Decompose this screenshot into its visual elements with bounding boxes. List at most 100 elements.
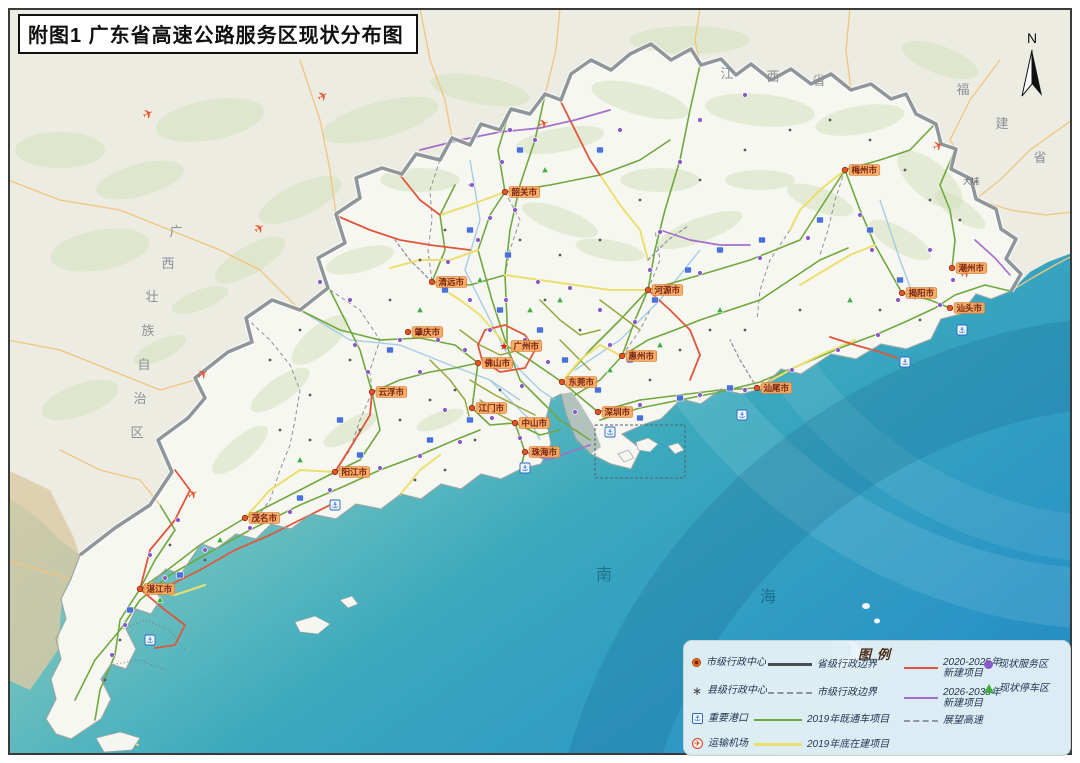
service-area-dot	[110, 653, 115, 658]
service-area-dot	[288, 510, 293, 515]
county-center-dot	[599, 239, 602, 242]
county-center-dot	[429, 399, 432, 402]
service-area-dot	[806, 236, 811, 241]
service-area-dot	[500, 160, 505, 165]
service-area-dot	[378, 466, 383, 471]
legend-line-swatch	[904, 667, 938, 669]
city-center-dot	[405, 329, 410, 334]
service-area-dot	[123, 623, 128, 628]
city-label: 茂名市	[251, 513, 278, 523]
service-area-dot	[504, 298, 509, 303]
service-area-dot	[463, 348, 468, 353]
route-shield	[442, 287, 449, 293]
county-center-dot	[269, 359, 272, 362]
county-center-dot	[169, 544, 172, 547]
route-shield	[562, 357, 569, 363]
county-center-dot	[544, 299, 547, 302]
county-center-dot	[519, 239, 522, 242]
city-center-dot	[949, 265, 954, 270]
route-shield	[427, 437, 434, 443]
service-area-dot	[698, 271, 703, 276]
route-shield	[759, 237, 766, 243]
service-area-dot	[876, 333, 881, 338]
anchor-glyph: ⚓	[521, 464, 528, 473]
legend-item: 现状停车区	[984, 683, 1049, 694]
city-center-dot	[369, 389, 374, 394]
service-area-dot	[633, 320, 638, 325]
service-area-dot	[446, 260, 451, 265]
service-area-dot	[248, 526, 253, 531]
legend-line-swatch	[754, 743, 802, 746]
city-center-dot	[645, 287, 650, 292]
city-label: 江门市	[479, 403, 505, 413]
city-label: 汕尾市	[764, 383, 790, 393]
city-label: 中山市	[522, 418, 548, 428]
province-label-char: 壮	[145, 289, 158, 304]
city-label: 惠州市	[629, 351, 655, 361]
county-center-dot	[879, 309, 882, 312]
service-area-dot	[443, 408, 448, 413]
legend-item: 2019年既通车项目	[754, 714, 889, 725]
route-shield	[817, 217, 824, 223]
service-area-dot	[698, 393, 703, 398]
route-shield	[685, 267, 692, 273]
route-shield	[467, 417, 474, 423]
province-label-char: 族	[141, 323, 154, 338]
county-center-dot	[204, 559, 207, 562]
city-label: 梅州市	[852, 165, 878, 175]
county-center-dot	[119, 639, 122, 642]
service-area-dot	[870, 248, 875, 253]
legend-item: ⚓重要港口	[692, 713, 748, 724]
county-center-dot	[419, 259, 422, 262]
legend-marker-triangle	[984, 684, 994, 693]
legend-item-label: 运输机场	[708, 738, 748, 749]
county-center-dot	[579, 329, 582, 332]
city-center-dot	[332, 469, 337, 474]
city-label: 珠海市	[532, 447, 558, 457]
city-label: 河源市	[655, 285, 681, 295]
county-center-dot	[309, 439, 312, 442]
map-figure: ⚓⚓⚓⚓⚓⚓⚓✈✈✈✈✈✈✈✈ 韶关市清远市河源市梅州市潮州市揭阳市汕头市汕尾市…	[0, 0, 1080, 763]
province-label-char: 自	[137, 357, 150, 372]
service-area-dot	[488, 328, 493, 333]
route-shield	[297, 495, 304, 501]
legend-item: ∗县级行政中心	[692, 685, 767, 696]
offshore-island	[874, 619, 880, 624]
legend-line-swatch	[754, 719, 802, 721]
service-area-dot	[163, 576, 168, 581]
legend-item: 市级行政中心	[692, 657, 766, 668]
service-area-dot	[513, 208, 518, 213]
route-shield	[497, 307, 504, 313]
service-area-dot	[176, 518, 181, 523]
county-center-dot	[349, 359, 352, 362]
province-label-char: 西	[766, 69, 779, 84]
city-center-dot	[429, 279, 434, 284]
route-shield	[337, 417, 344, 423]
legend-item: 2019年底在建项目	[754, 739, 889, 750]
legend-marker-circle	[984, 660, 993, 669]
service-area-dot	[488, 216, 493, 221]
legend-city-icon	[692, 658, 701, 667]
county-center-dot	[414, 479, 417, 482]
service-area-dot	[318, 280, 323, 285]
sea-label-char: 南	[596, 566, 612, 584]
service-area-dot	[790, 368, 795, 373]
north-arrow: N	[1014, 30, 1050, 107]
service-area-dot	[858, 213, 863, 218]
county-center-dot	[499, 389, 502, 392]
service-area-dot	[328, 488, 333, 493]
legend-item-label: 现状停车区	[999, 683, 1049, 694]
city-label: 佛山市	[484, 358, 511, 368]
service-area-dot	[678, 160, 683, 165]
city-label: 深圳市	[605, 407, 631, 417]
legend-item: 展望高速	[904, 715, 983, 726]
legend-line-swatch	[768, 663, 812, 666]
service-area-dot	[468, 298, 473, 303]
service-area-dot	[743, 388, 748, 393]
city-label: 云浮市	[379, 387, 405, 397]
city-label: 广州市	[514, 341, 540, 351]
service-area-dot	[618, 128, 623, 133]
county-center-dot	[929, 199, 932, 202]
city-label: 清远市	[439, 277, 465, 287]
legend-airport-icon: ✈	[692, 738, 703, 749]
